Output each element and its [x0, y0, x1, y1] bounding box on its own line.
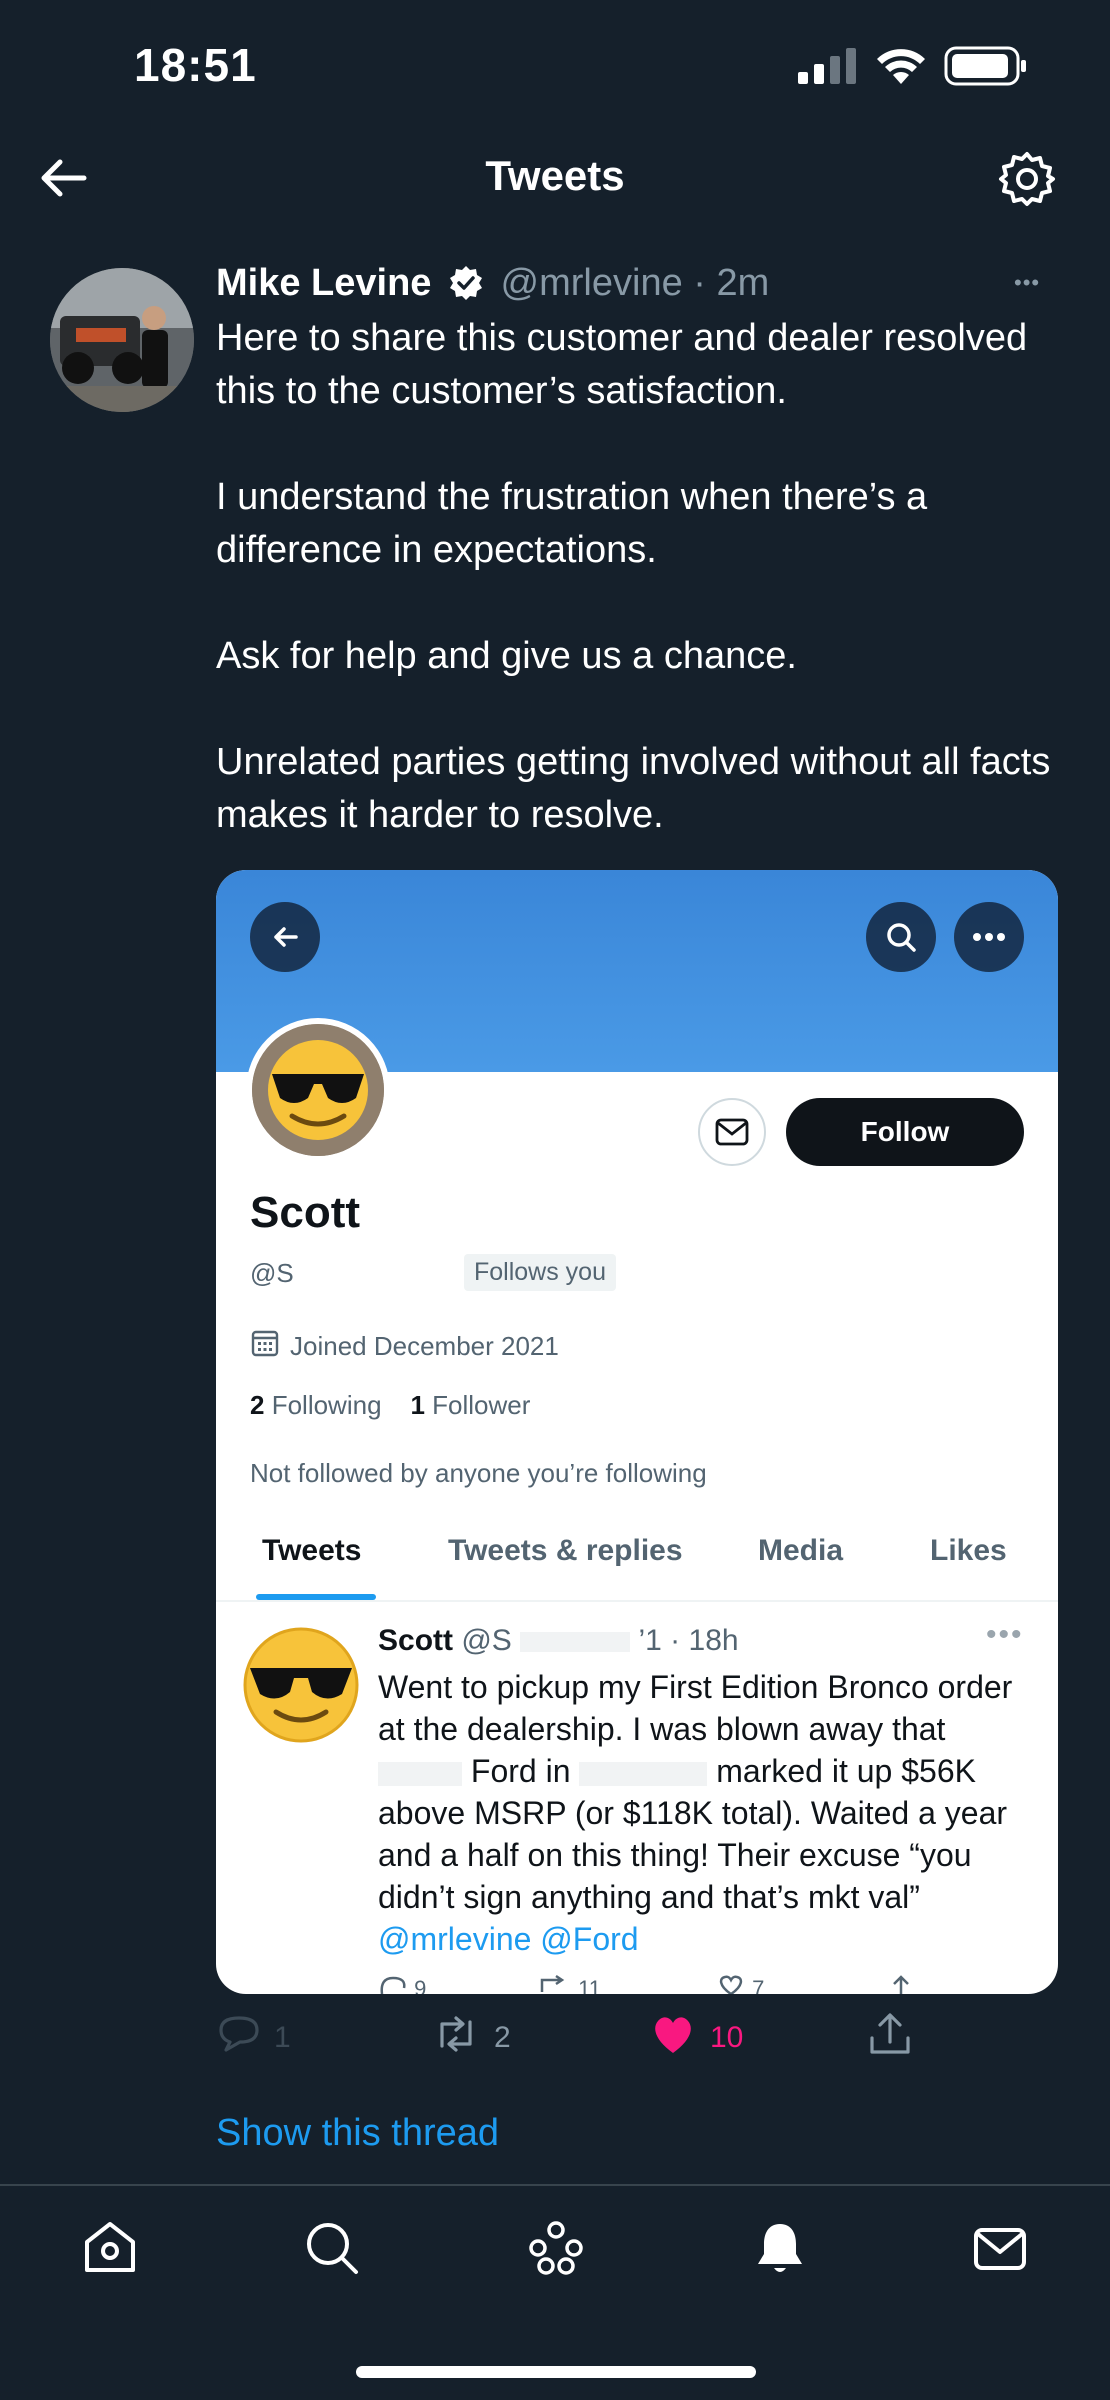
share-button[interactable]	[868, 2010, 912, 2066]
tweet-time: 2m	[716, 262, 770, 304]
embed-tab-tweets: Tweets	[262, 1534, 362, 1567]
inner-reply-count: 9	[414, 1976, 427, 1994]
following-label: Following	[271, 1390, 382, 1420]
more-options-icon[interactable]: •••	[1014, 270, 1040, 296]
author-handle[interactable]: @mrlevine	[501, 262, 683, 304]
embed-tab-tweets-replies: Tweets & replies	[448, 1534, 683, 1567]
author-avatar[interactable]	[50, 268, 194, 412]
inner-tweet-text: Went to pickup my First Edition Bronco o…	[378, 1666, 1038, 1960]
like-button[interactable]: 10	[650, 2010, 743, 2066]
page-title: Tweets	[485, 152, 625, 199]
settings-gear-icon[interactable]	[998, 150, 1056, 208]
messages-mail-icon	[970, 2218, 1030, 2283]
home-icon	[80, 2218, 140, 2283]
embed-profile-name: Scott	[250, 1188, 360, 1237]
inner-like-stat: 7	[716, 1974, 764, 1994]
retweet-count: 2	[494, 2021, 511, 2054]
attached-image[interactable]: Follow Scott @S Follows you Joined Decem…	[216, 870, 1058, 1994]
joined-text: Joined December 2021	[290, 1331, 559, 1361]
embed-tab-media: Media	[758, 1534, 844, 1567]
search-icon	[302, 2218, 362, 2283]
mention-ford: @Ford	[540, 1921, 639, 1957]
embed-message-icon	[698, 1098, 766, 1166]
tweet-paragraph: I understand the frustration when there’…	[216, 476, 928, 571]
reply-count: 1	[274, 2021, 291, 2054]
follower-count: 1	[410, 1390, 425, 1420]
retweet-icon	[432, 2014, 480, 2062]
embed-profile-avatar	[246, 1018, 390, 1162]
tweet-text: Here to share this customer and dealer r…	[216, 312, 1066, 842]
embed-divider	[216, 1600, 1058, 1602]
inner-retweet-count: 11	[578, 1976, 601, 1994]
battery-icon	[944, 46, 1028, 86]
tweet-paragraph: Unrelated parties getting involved witho…	[216, 741, 1051, 836]
not-followed-note: Not followed by anyone you’re following	[250, 1458, 707, 1488]
nav-messages[interactable]	[950, 2210, 1050, 2290]
follow-counts: 2 Following 1 Follower	[250, 1390, 530, 1421]
redacted-text	[378, 1761, 462, 1786]
redacted-text	[520, 1632, 631, 1653]
signal-icon	[798, 48, 858, 84]
spaces-icon	[526, 2218, 586, 2283]
embed-more-icon	[954, 902, 1024, 972]
show-thread-link[interactable]: Show this thread	[216, 2112, 499, 2155]
inner-tweet-date: ’1 · 18h	[638, 1624, 739, 1657]
nav-home[interactable]	[60, 2210, 160, 2290]
author-name[interactable]: Mike Levine	[216, 262, 431, 304]
like-count: 10	[710, 2021, 744, 2054]
heart-icon	[650, 2013, 696, 2063]
embed-profile-handle: @S	[250, 1258, 294, 1288]
joined-date: Joined December 2021	[250, 1328, 559, 1365]
share-icon	[868, 2012, 912, 2064]
follower-label: Follower	[432, 1390, 531, 1420]
notifications-bell-icon	[750, 2218, 810, 2283]
tweet-meta: Mike Levine @mrlevine · 2m	[216, 262, 769, 311]
home-indicator[interactable]	[356, 2366, 756, 2378]
tweet-paragraph: Here to share this customer and dealer r…	[216, 317, 1028, 412]
embed-follow-button: Follow	[786, 1098, 1024, 1166]
nav-spaces[interactable]	[506, 2210, 606, 2290]
embed-search-icon	[866, 902, 936, 972]
reply-button[interactable]: 1	[218, 2010, 291, 2066]
nav-search[interactable]	[282, 2210, 382, 2290]
inner-tweet-line: Went to pickup my First Edition Bronco o…	[378, 1669, 1013, 1747]
redacted-text	[579, 1761, 708, 1786]
calendar-icon	[250, 1328, 280, 1365]
retweet-button[interactable]: 2	[432, 2010, 511, 2066]
follows-you-badge: Follows you	[464, 1254, 616, 1291]
inner-tweet-name: Scott	[378, 1624, 453, 1657]
nav-divider	[0, 2184, 1110, 2186]
following-count: 2	[250, 1390, 265, 1420]
embed-back-icon	[250, 902, 320, 972]
inner-tweet-more-icon: •••	[986, 1618, 1024, 1651]
inner-tweet-line: Ford in	[470, 1753, 571, 1789]
wifi-icon	[874, 44, 928, 86]
inner-reply-stat: 9	[378, 1974, 426, 1994]
inner-tweet-avatar	[242, 1626, 360, 1744]
reply-icon	[218, 2014, 260, 2062]
verified-badge-icon	[448, 265, 484, 311]
status-time: 18:51	[134, 39, 257, 91]
inner-retweet-stat: 11	[538, 1974, 601, 1994]
inner-tweet-handle: @S	[461, 1624, 512, 1657]
inner-like-count: 7	[752, 1976, 765, 1994]
mention-mrlevine: @mrlevine	[378, 1921, 532, 1957]
embed-tab-likes: Likes	[930, 1534, 1007, 1567]
inner-share-icon	[888, 1974, 914, 1994]
inner-tweet-meta: Scott @S ’1 · 18h	[378, 1624, 739, 1658]
nav-notifications[interactable]	[730, 2210, 830, 2290]
meta-separator: ·	[693, 262, 706, 304]
tweet-paragraph: Ask for help and give us a chance.	[216, 635, 797, 677]
